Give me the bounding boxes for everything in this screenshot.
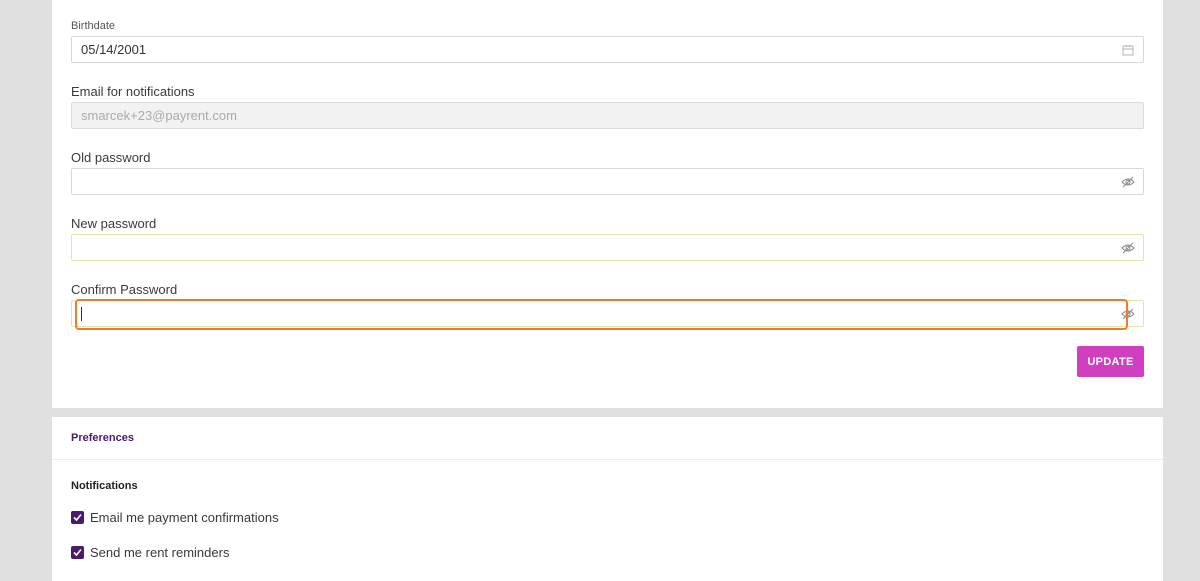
section-divider — [52, 459, 1163, 460]
preferences-card: Preferences Notifications Email me payme… — [52, 417, 1163, 581]
update-button[interactable]: UPDATE — [1077, 346, 1144, 377]
eye-slash-icon[interactable] — [1121, 175, 1135, 189]
old-password-label: Old password — [71, 150, 151, 165]
notifications-title: Notifications — [71, 480, 138, 492]
calendar-icon[interactable] — [1121, 43, 1135, 57]
birthdate-input[interactable] — [72, 37, 1143, 62]
email-label: Email for notifications — [71, 84, 195, 99]
eye-slash-icon[interactable] — [1121, 241, 1135, 255]
account-settings-card: Birthdate Email for notifications Old pa… — [52, 0, 1163, 408]
payment-confirmations-checkbox[interactable] — [71, 511, 84, 524]
new-password-label: New password — [71, 216, 157, 231]
rent-reminders-checkbox[interactable] — [71, 546, 84, 559]
checkmark-icon — [73, 513, 82, 522]
checkmark-icon — [73, 548, 82, 557]
new-password-input[interactable] — [72, 235, 1143, 260]
confirm-password-input[interactable] — [72, 301, 1143, 326]
old-password-field[interactable] — [71, 168, 1144, 195]
text-caret — [81, 307, 82, 321]
birthdate-field[interactable] — [71, 36, 1144, 63]
email-field — [71, 102, 1144, 129]
payment-confirmations-label: Email me payment confirmations — [90, 510, 279, 525]
old-password-input[interactable] — [72, 169, 1143, 194]
birthdate-label: Birthdate — [71, 20, 116, 32]
email-input — [72, 103, 1143, 128]
payment-confirmations-option[interactable]: Email me payment confirmations — [71, 510, 279, 525]
confirm-password-label: Confirm Password — [71, 282, 178, 297]
confirm-password-field[interactable] — [71, 299, 1144, 330]
rent-reminders-option[interactable]: Send me rent reminders — [71, 545, 229, 560]
rent-reminders-label: Send me rent reminders — [90, 545, 230, 560]
eye-slash-icon[interactable] — [1121, 307, 1135, 321]
new-password-field[interactable] — [71, 234, 1144, 261]
preferences-title: Preferences — [71, 432, 134, 444]
